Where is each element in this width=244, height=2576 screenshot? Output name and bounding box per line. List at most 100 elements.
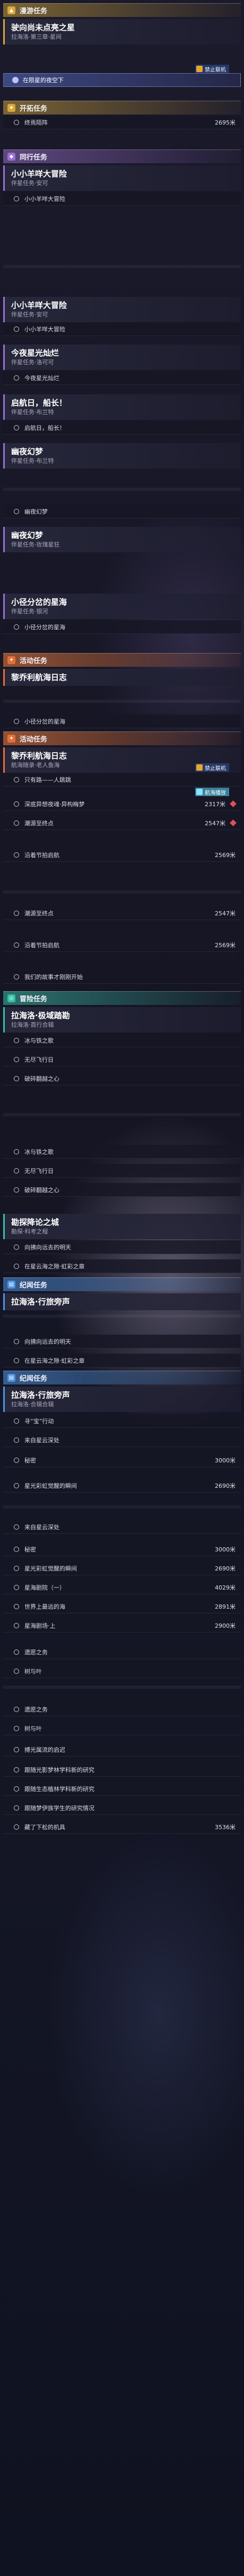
objective-label: 无尽飞行日 (24, 1056, 54, 1063)
circle-icon (14, 1668, 19, 1674)
circle-icon (14, 1824, 19, 1830)
objective-row[interactable]: 星光彩虹觉醒的瞬间 2690米 (3, 1562, 241, 1575)
category-companion[interactable]: ◆ 同行任务 (3, 149, 241, 163)
distance: 2547米 (215, 910, 236, 917)
separator (3, 265, 241, 268)
mission-card[interactable]: 小径分岔的星海 伴星任务·银河 (3, 594, 241, 619)
category-side[interactable]: ▤ 纪闻任务 (3, 1371, 241, 1384)
category-event[interactable]: ✦ 活动任务 (3, 653, 241, 667)
objective-row[interactable]: 跟随梦伊族学生的研究情况 (3, 1801, 241, 1815)
objective-row[interactable]: 潮源至终点 2547米 (3, 906, 241, 920)
no-coop-tag: 禁止联机 (195, 65, 229, 73)
star-icon: ★ (7, 104, 15, 112)
objective-row[interactable]: 秘密 3000米 (3, 1453, 241, 1467)
objective-label: 在星云海之隙·虹彩之章 (24, 1357, 85, 1364)
objective-row[interactable]: 星海剧场·上 2900米 (3, 1619, 241, 1633)
objective-row[interactable]: 今夜星光灿烂 (3, 371, 241, 385)
mission-card[interactable]: 黎乔利航海日志 (3, 669, 241, 686)
tracked-objective[interactable]: 在陨星的夜空下 (3, 73, 241, 87)
category-travel[interactable]: ▲ 漫游任务 (3, 3, 241, 17)
objective-row[interactable]: 深底异想夜魂·异构梅梦 2317米 (3, 797, 241, 811)
alert-icon (230, 800, 237, 807)
objective-row[interactable]: 树与叶 (3, 1664, 241, 1678)
circle-icon (14, 196, 19, 201)
mission-subtitle: 拉海洛·首行合辑 (11, 1021, 54, 1028)
objective-row[interactable]: 向拂向远去的明天 (3, 1335, 241, 1348)
mission-title: 黎乔利航海日志 (11, 751, 67, 761)
objective-row[interactable]: 幽夜幻梦 (3, 505, 241, 518)
category-label: 同行任务 (20, 154, 48, 162)
objective-label: 跟随光影梦林学科新的研究 (24, 1766, 94, 1774)
mission-card[interactable]: 驶向尚未点亮之星 拉海洛·第三章·星间 (3, 19, 241, 45)
distance: 2891米 (215, 1603, 236, 1610)
objective-row[interactable]: 搏光属流的启迟 (3, 1743, 241, 1757)
separator (3, 1505, 241, 1508)
objective-row[interactable]: 冰与铁之歌 (3, 1145, 241, 1159)
mission-subtitle: 伴星任务·安可 (11, 180, 48, 187)
objective-row[interactable]: 星海剧院（一） 4029米 (3, 1581, 241, 1594)
objective-row[interactable]: 星光彩虹觉醒的瞬间 2690米 (3, 1479, 241, 1493)
objective-row[interactable]: 向拂向远去的明天 (3, 1240, 241, 1254)
mission-card[interactable]: 今夜星光灿烂 伴星任务·洛可可 (3, 345, 241, 370)
objective-row[interactable]: 跟随光影梦林学科新的研究 (3, 1763, 241, 1777)
objective-row[interactable]: 无尽飞行日 (3, 1053, 241, 1066)
objective-row[interactable]: 小径分岔的星海 (3, 620, 241, 634)
objective-row[interactable]: 无尽飞行日 (3, 1164, 241, 1178)
objective-row[interactable]: 跟随生态植林学科新的研究 (3, 1782, 241, 1796)
objective-row[interactable]: 我们的故事才刚刚开始 (3, 970, 241, 984)
nav-tag[interactable]: 航海播放 (195, 788, 229, 796)
objective-row[interactable]: 破碎翻越之心 (3, 1183, 241, 1197)
objective-row[interactable]: 小径分岔的星海 (3, 714, 241, 728)
objective-row[interactable]: 世界上最远的海 2891米 (3, 1600, 241, 1613)
objective-row[interactable]: 来自星云深处 (3, 1520, 241, 1534)
mission-card[interactable]: 幽夜幻梦 伴星任务·玫瑰星狂 (3, 527, 241, 552)
mission-card[interactable]: 拉海洛·行旅旁声 (3, 1293, 241, 1310)
objective-label: 搏光属流的启迟 (24, 1746, 65, 1753)
objective-row[interactable]: 秘密 3000米 (3, 1542, 241, 1556)
mission-card[interactable]: 幽夜幻梦 伴星任务·布兰特 (3, 443, 241, 469)
category-daily[interactable]: ◎ 冒险任务 (3, 991, 241, 1005)
distance: 3000米 (215, 1546, 236, 1553)
separator (3, 1113, 241, 1116)
objective-row[interactable]: 破碎翻越之心 (3, 1072, 241, 1086)
category-side[interactable]: ▤ 纪闻任务 (3, 1277, 241, 1291)
objective-row[interactable]: 沿着节拍启航 2569米 (3, 938, 241, 952)
objective-label: 星光彩虹觉醒的瞬间 (24, 1565, 77, 1572)
category-trailblaze[interactable]: ★ 开拓任务 (3, 101, 241, 114)
objective-row[interactable]: 潮源至终点 2547米 (3, 816, 241, 830)
distance: 3536米 (215, 1823, 236, 1831)
objective-label: 星海剧场·上 (24, 1622, 56, 1629)
objective-row[interactable]: 冰与铁之歌 (3, 1034, 241, 1047)
circle-icon (14, 1767, 19, 1772)
objective-row[interactable]: 树与叶 (3, 1722, 241, 1735)
objective-row[interactable]: 启航日，船长！ (3, 421, 241, 435)
mission-card[interactable]: 拉海洛·极域踏勘 拉海洛·首行合辑 (3, 1007, 241, 1033)
objective-row[interactable]: 遗愿之务 (3, 1702, 241, 1716)
circle-icon (14, 1075, 19, 1081)
mission-subtitle: 拉海洛·第三章·星间 (11, 33, 62, 40)
mission-card[interactable]: 拉海洛·行旅旁声 拉海洛·合辑合辑 (3, 1387, 241, 1412)
objective-label: 冰与铁之歌 (24, 1148, 54, 1155)
category-event[interactable]: ✦ 活动任务 (3, 731, 241, 745)
mission-card[interactable]: 小小羊咩大冒险 伴星任务·安可 (3, 165, 241, 191)
circle-icon (14, 1263, 19, 1269)
mission-card[interactable]: 勘探降论之城 勘探·科考之程 (3, 1214, 241, 1239)
objective-row[interactable]: 来自星云深处 (3, 1433, 241, 1447)
objective-label: 来自星云深处 (24, 1523, 59, 1531)
objective-row[interactable]: 在星云海之隙·虹彩之章 (3, 1259, 241, 1273)
objective-row[interactable]: 沿着节拍启航 2569米 (3, 848, 241, 862)
objective-label: 潮源至终点 (24, 819, 54, 827)
category-label: 开拓任务 (20, 105, 48, 113)
objective-row[interactable]: 小小羊咩大冒险 (3, 322, 241, 336)
objective-row[interactable]: 只有路——人跳跳 (3, 773, 241, 787)
objective-row[interactable]: 终焉陌阵 2695米 (3, 116, 241, 129)
circle-icon (14, 1622, 19, 1628)
mission-card[interactable]: 小小羊咩大冒险 伴星任务·安可 (3, 297, 241, 322)
objective-row[interactable]: 小小羊咩大冒险 (3, 192, 241, 206)
objective-row[interactable]: 遗愿之务 (3, 1645, 241, 1659)
objective-row[interactable]: 在星云海之隙·虹彩之章 (3, 1354, 241, 1368)
objective-row[interactable]: 寻“宝”行动 (3, 1414, 241, 1428)
mission-card[interactable]: 启航日，船长！ 伴星任务·布兰特 (3, 394, 241, 420)
mission-title: 小小羊咩大冒险 (11, 301, 67, 310)
objective-row[interactable]: 藏了下松的机具 3536米 (3, 1820, 241, 1834)
